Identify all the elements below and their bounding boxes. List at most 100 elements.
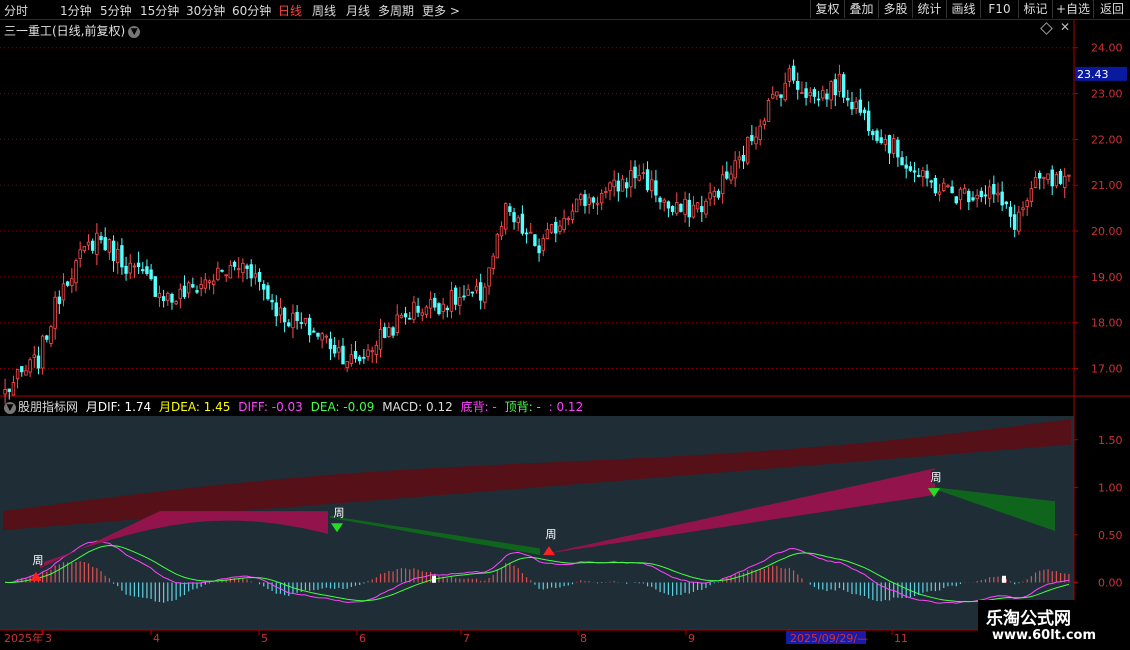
candle-body — [891, 138, 896, 154]
current-price-label: 23.43 — [1077, 68, 1109, 81]
candle-body — [733, 160, 737, 179]
candle-body — [262, 284, 266, 290]
candle-body — [1025, 200, 1029, 207]
candle-body — [983, 194, 988, 197]
candle-body — [996, 192, 1000, 196]
candle-body — [245, 265, 249, 269]
candle-body — [566, 218, 570, 220]
candle-body — [312, 330, 316, 333]
candle-body — [374, 344, 379, 355]
candle-body — [153, 276, 157, 297]
candle-body — [779, 94, 783, 98]
candle-body — [516, 217, 520, 223]
month-dif-value: 月DIF: 1.74 — [85, 400, 152, 414]
candle-body — [917, 175, 921, 177]
watermark-url: www.60lt.com — [992, 628, 1097, 643]
candle-body — [341, 345, 345, 365]
candle-body — [666, 201, 671, 209]
chevron-down-icon[interactable]: ▼ — [4, 401, 16, 414]
candle-body — [737, 156, 742, 161]
candle-body — [90, 240, 95, 251]
candle-body — [942, 182, 946, 191]
dea-value: DEA: -0.09 — [310, 400, 375, 414]
candle-body — [950, 186, 954, 194]
candle-body — [741, 154, 746, 162]
candle-body — [232, 261, 237, 267]
candle-body — [775, 91, 779, 97]
price-tick-label: 23.00 — [1091, 88, 1123, 101]
candle-body — [45, 335, 49, 340]
candle-body — [49, 326, 53, 344]
candle-body — [858, 99, 863, 113]
candle-body — [766, 99, 771, 122]
candle-body — [825, 93, 829, 100]
x-axis-label: 3 — [45, 632, 52, 645]
candle-body — [61, 283, 66, 301]
candle-body — [599, 193, 604, 204]
candle-body — [3, 389, 7, 395]
candle-body — [562, 217, 566, 231]
candle-body — [1067, 174, 1071, 177]
candle-body — [441, 303, 445, 312]
candle-body — [462, 295, 466, 298]
candle-body — [883, 139, 888, 145]
candle-body — [967, 190, 971, 203]
candle-body — [641, 172, 646, 175]
candle-body — [487, 267, 491, 287]
candle-body — [132, 265, 137, 268]
indicator-header: ▼ 股朋指标网 月DIF: 1.74 月DEA: 1.45 DIFF: -0.03… — [0, 398, 587, 415]
candle-body — [437, 303, 441, 315]
candle-body — [182, 285, 187, 298]
candle-body — [620, 178, 625, 192]
candle-body — [670, 206, 675, 212]
candle-body — [821, 89, 825, 99]
candle-body — [412, 301, 416, 320]
candle-body — [499, 225, 504, 237]
close-icon[interactable]: ✕ — [1060, 20, 1070, 34]
candle-body — [595, 202, 600, 205]
candle-body — [679, 203, 683, 212]
candle-body — [904, 164, 908, 169]
candle-body — [962, 187, 967, 194]
chevron-down-icon[interactable]: ▼ — [128, 25, 141, 38]
candle-body — [662, 199, 666, 203]
candle-body — [70, 278, 74, 287]
candle-body — [324, 335, 329, 338]
candle-body — [483, 286, 487, 303]
week-marker-label: 周 — [546, 528, 557, 541]
candle-body — [157, 293, 162, 299]
candle-body — [216, 267, 220, 281]
candle-body — [7, 388, 11, 392]
x-axis-label: 2025/09/29/— — [790, 632, 868, 645]
month-dea-value: 月DEA: 1.45 — [159, 400, 231, 414]
candle-body — [570, 210, 575, 220]
candle-body — [387, 327, 391, 337]
x-axis-label: 7 — [463, 632, 470, 645]
candle-body — [136, 262, 141, 268]
candle-body — [541, 238, 545, 251]
chart-canvas[interactable]: 24.00 23.00 22.00 21.00 20.00 19.00 18.00 17.00… — [0, 0, 1130, 650]
candle-body — [854, 101, 858, 110]
candle-body — [458, 297, 462, 307]
candle-body — [224, 274, 228, 277]
candle-body — [762, 120, 767, 125]
candle-body — [712, 191, 717, 197]
candle-body — [587, 197, 591, 205]
candle-body — [862, 109, 867, 114]
candle-body — [166, 292, 170, 301]
candle-body — [829, 81, 833, 101]
candle-body — [624, 182, 629, 189]
candle-body — [958, 188, 963, 201]
candle-body — [120, 245, 124, 268]
candle-body — [111, 240, 116, 261]
indicator-name[interactable]: 股朋指标网 — [18, 400, 78, 414]
candle-body — [478, 282, 483, 301]
candle-body — [658, 197, 662, 203]
candle-body — [900, 157, 904, 166]
candle-body — [116, 249, 120, 264]
candle-body — [278, 307, 283, 316]
candle-body — [700, 206, 704, 213]
candle-body — [78, 249, 82, 259]
candle-body — [750, 135, 754, 142]
candle-body — [591, 197, 596, 203]
